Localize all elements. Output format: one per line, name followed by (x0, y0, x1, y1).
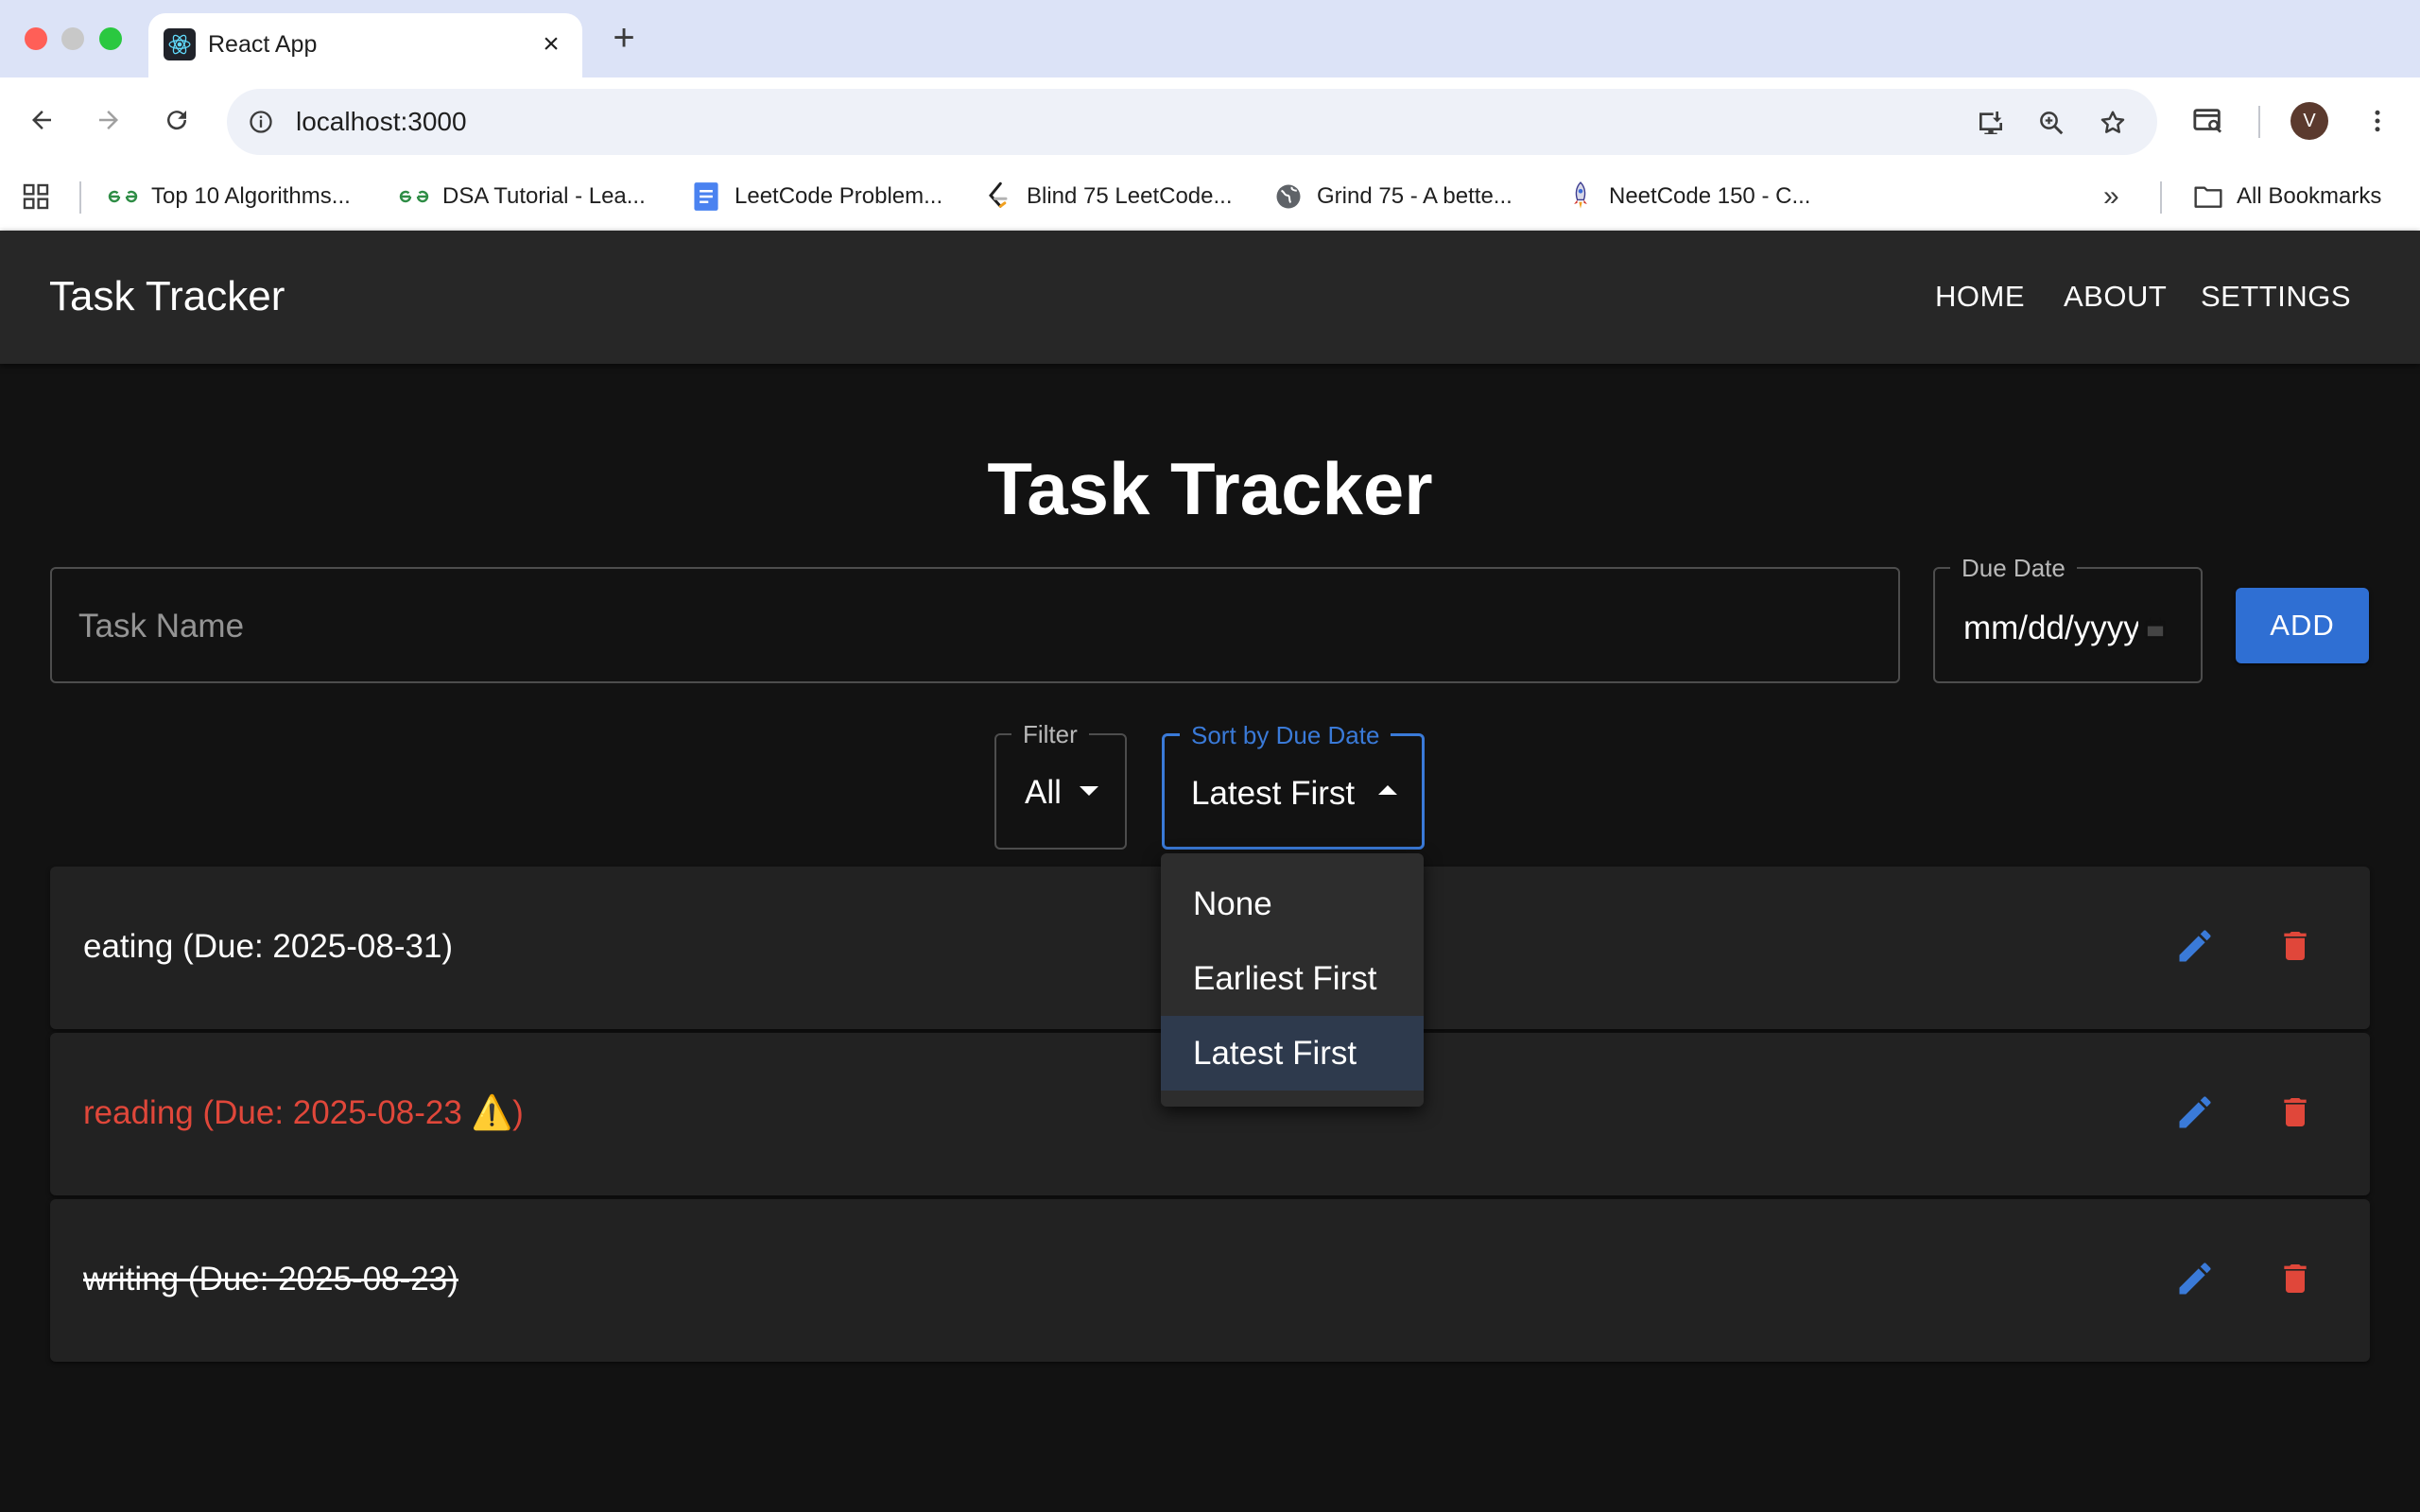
geeksforgeeks-icon (399, 181, 429, 212)
all-bookmarks-button[interactable]: All Bookmarks (2193, 178, 2381, 215)
chevron-down-icon (1080, 786, 1098, 796)
delete-icon[interactable] (2269, 1252, 2322, 1305)
bookmark-item[interactable]: NeetCode 150 - C... (1565, 178, 1810, 215)
browser-toolbar: localhost:3000 V (0, 77, 2420, 164)
forward-icon[interactable] (87, 98, 130, 142)
globe-icon (1273, 181, 1304, 212)
due-date-input[interactable]: Due Date mm/dd/yyyy (1933, 556, 2203, 683)
leetcode-icon (983, 181, 1013, 212)
task-text-overdue[interactable]: reading (Due: 2025-08-23 ⚠️) (83, 1093, 524, 1133)
more-bookmarks-chevron-icon[interactable]: » (2103, 178, 2119, 215)
calendar-icon[interactable] (2139, 612, 2171, 644)
task-name-input[interactable]: Task Name (50, 567, 1900, 683)
bookmarks-divider (79, 181, 81, 214)
bookmark-item[interactable]: DSA Tutorial - Lea... (399, 178, 646, 215)
folder-icon (2193, 181, 2223, 212)
task-name-placeholder: Task Name (78, 608, 245, 644)
google-docs-icon (691, 181, 721, 212)
chevron-up-icon (1378, 785, 1397, 795)
url-text: localhost:3000 (296, 107, 467, 136)
due-date-label: Due Date (1950, 556, 2077, 580)
apps-grid-icon[interactable] (21, 178, 51, 215)
add-task-button[interactable]: ADD (2236, 588, 2369, 663)
filter-label: Filter (1011, 722, 1089, 747)
bookmark-star-icon[interactable] (2094, 104, 2132, 142)
bookmark-item[interactable]: LeetCode Problem... (691, 178, 942, 215)
task-row: writing (Due: 2025-08-23) (50, 1199, 2370, 1362)
task-text-completed[interactable]: writing (Due: 2025-08-23) (83, 1260, 458, 1299)
delete-icon[interactable] (2269, 919, 2322, 972)
page-title: Task Tracker (987, 447, 1433, 530)
new-tab-button[interactable]: + (605, 17, 643, 59)
tab-title: React App (208, 31, 318, 58)
tab-close-icon[interactable]: × (533, 26, 569, 62)
task-text[interactable]: eating (Due: 2025-08-31) (83, 927, 453, 967)
sort-option-latest[interactable]: Latest First (1161, 1016, 1424, 1091)
sort-option-earliest[interactable]: Earliest First (1161, 941, 1424, 1016)
edit-icon[interactable] (2169, 1252, 2221, 1305)
filter-select[interactable]: Filter All (994, 722, 1127, 850)
bookmark-item[interactable]: Grind 75 - A bette... (1273, 178, 1512, 215)
nav-settings[interactable]: SETTINGS (2201, 278, 2351, 316)
sort-select[interactable]: Sort by Due Date Latest First (1162, 723, 1425, 850)
minimize-window-button[interactable] (61, 27, 84, 50)
address-bar[interactable]: localhost:3000 (227, 89, 2157, 155)
close-window-button[interactable] (25, 27, 47, 50)
reload-icon[interactable] (155, 98, 199, 142)
bookmarks-divider (2160, 181, 2162, 214)
nav-about[interactable]: ABOUT (2064, 278, 2167, 316)
sort-option-none[interactable]: None (1161, 867, 1424, 941)
app-bar: Task Tracker HOME ABOUT SETTINGS (0, 231, 2420, 364)
more-menu-icon[interactable] (2357, 100, 2398, 142)
back-icon[interactable] (20, 98, 63, 142)
profile-avatar[interactable]: V (2290, 102, 2328, 140)
maximize-window-button[interactable] (99, 27, 122, 50)
due-date-value: mm/dd/yyyy (1963, 610, 2138, 646)
nav-home[interactable]: HOME (1935, 278, 2025, 316)
rocket-icon (1565, 181, 1596, 212)
tab-search-icon[interactable] (2187, 100, 2229, 142)
app-brand: Task Tracker (49, 273, 285, 319)
toolbar-divider (2258, 106, 2260, 138)
delete-icon[interactable] (2269, 1086, 2322, 1139)
geeksforgeeks-icon (108, 181, 138, 212)
edit-icon[interactable] (2169, 919, 2221, 972)
sort-dropdown-menu: None Earliest First Latest First (1161, 853, 1424, 1107)
react-icon (164, 28, 196, 60)
zoom-icon[interactable] (2032, 104, 2070, 142)
filter-value: All (1025, 774, 1062, 811)
browser-tab[interactable]: React App × (148, 13, 582, 77)
site-info-icon[interactable] (244, 105, 278, 139)
bookmark-item[interactable]: Top 10 Algorithms... (108, 178, 351, 215)
bookmarks-bar: Top 10 Algorithms... DSA Tutorial - Lea.… (0, 164, 2420, 231)
sort-label: Sort by Due Date (1180, 723, 1392, 747)
sort-value: Latest First (1191, 775, 1356, 812)
browser-tab-strip: React App × + (0, 0, 2420, 77)
bookmark-item[interactable]: Blind 75 LeetCode... (983, 178, 1233, 215)
install-app-icon[interactable] (1972, 104, 2010, 142)
edit-icon[interactable] (2169, 1086, 2221, 1139)
